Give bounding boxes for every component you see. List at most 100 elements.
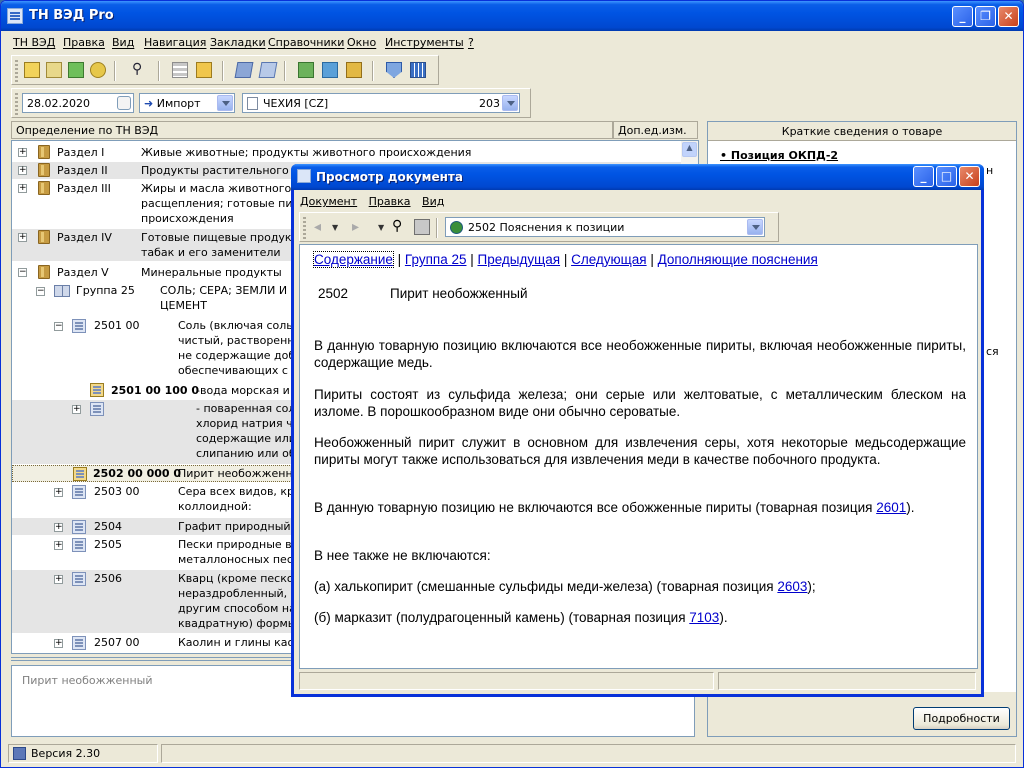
product-info-title: Краткие сведения о товаре bbox=[708, 122, 1016, 141]
dialog-maximize-button[interactable]: □ bbox=[936, 166, 957, 187]
close-button[interactable]: ✕ bbox=[998, 6, 1019, 27]
back-dropdown-icon[interactable]: ▼ bbox=[332, 223, 348, 239]
heading-2603-link[interactable]: 2603 bbox=[777, 579, 807, 594]
tree-code: 2503 00 bbox=[94, 485, 140, 498]
collapse-icon[interactable]: − bbox=[18, 268, 27, 277]
forward-icon[interactable]: ▸ bbox=[352, 219, 368, 235]
printer-icon[interactable] bbox=[414, 219, 430, 235]
document-content: Содержание | Группа 25 | Предыдущая | Сл… bbox=[299, 244, 978, 669]
edit-icon[interactable] bbox=[24, 62, 40, 78]
expand-icon[interactable]: + bbox=[54, 488, 63, 497]
menu-references[interactable]: Справочники bbox=[268, 36, 344, 49]
collapse-icon[interactable]: − bbox=[36, 287, 45, 296]
tree-text: обеспечивающих с bbox=[178, 364, 288, 377]
heading-2601-link[interactable]: 2601 bbox=[876, 500, 906, 515]
paragraph-text: В данную товарную позицию не включаются … bbox=[314, 500, 877, 515]
date-field[interactable]: 28.02.2020 bbox=[22, 93, 134, 113]
main-toolbar: ⚲ bbox=[11, 55, 439, 85]
tree-code: Раздел III bbox=[57, 182, 111, 195]
print-icon[interactable] bbox=[234, 62, 254, 78]
menu-edit[interactable]: Правка bbox=[63, 36, 105, 49]
expand-icon[interactable]: + bbox=[54, 575, 63, 584]
tree-text: не содержащие доб bbox=[178, 349, 296, 362]
tree-text: Пирит необожженн bbox=[178, 467, 293, 480]
menu-window[interactable]: Окно bbox=[347, 36, 376, 49]
tree-text: -вода морская и bbox=[196, 384, 290, 397]
minimize-button[interactable]: _ bbox=[952, 6, 973, 27]
expand-icon[interactable]: + bbox=[54, 523, 63, 532]
tree-code: Группа 25 bbox=[76, 284, 135, 297]
money-icon[interactable] bbox=[298, 62, 314, 78]
group-link[interactable]: Группа 25 bbox=[405, 252, 467, 267]
direction-select[interactable]: ➜ Импорт bbox=[139, 93, 235, 113]
next-link[interactable]: Следующая bbox=[571, 252, 647, 267]
menu-navigation[interactable]: Навигация bbox=[144, 36, 206, 49]
dialog-menu-document[interactable]: Документ bbox=[300, 195, 357, 208]
expand-icon[interactable]: + bbox=[54, 639, 63, 648]
column-definition[interactable]: Определение по ТН ВЭД bbox=[11, 121, 613, 139]
pencil-icon[interactable] bbox=[46, 62, 62, 78]
menu-help[interactable]: ? bbox=[468, 36, 474, 49]
dropdown-arrow-icon[interactable] bbox=[502, 95, 518, 111]
dropdown-arrow-icon[interactable] bbox=[217, 95, 233, 111]
binoculars-icon[interactable]: ⚲ bbox=[392, 219, 408, 235]
menu-bookmarks[interactable]: Закладки bbox=[210, 36, 266, 49]
folder-icon[interactable] bbox=[196, 62, 212, 78]
back-icon[interactable]: ◂ bbox=[314, 219, 330, 235]
heading-7103-link[interactable]: 7103 bbox=[689, 610, 719, 625]
tree-text: квадратную) формы bbox=[178, 617, 297, 630]
address-select[interactable]: 2502 Пояснения к позиции bbox=[445, 217, 765, 237]
doc-nav-links: Содержание | Группа 25 | Предыдущая | Сл… bbox=[313, 251, 818, 268]
paragraph-text: (б) марказит (полудрагоценный камень) (т… bbox=[314, 610, 690, 625]
menu-view[interactable]: Вид bbox=[112, 36, 134, 49]
tree-icon[interactable] bbox=[172, 62, 188, 78]
toolbar-grip bbox=[303, 217, 306, 239]
previous-link[interactable]: Предыдущая bbox=[478, 252, 561, 267]
expand-icon[interactable]: + bbox=[18, 166, 27, 175]
dialog-toolbar: ◂ ▼ ▸ ▼ ⚲ 2502 Пояснения к позиции bbox=[299, 212, 779, 242]
expand-icon[interactable]: + bbox=[18, 233, 27, 242]
tree-text: слипанию или об bbox=[196, 447, 296, 460]
country-code: 203 bbox=[479, 97, 500, 110]
address-value: 2502 Пояснения к позиции bbox=[468, 221, 625, 234]
dialog-menu: Документ Правка Вид bbox=[300, 195, 444, 208]
add-icon[interactable] bbox=[68, 62, 84, 78]
tree-text: хлорид натрия ч bbox=[196, 417, 293, 430]
column-unit[interactable]: Доп.ед.изм. bbox=[613, 121, 698, 139]
menu-tools[interactable]: Инструменты bbox=[385, 36, 464, 49]
expand-icon[interactable]: + bbox=[54, 541, 63, 550]
expand-icon[interactable]: + bbox=[72, 405, 81, 414]
search-doc-icon[interactable] bbox=[90, 62, 106, 78]
dialog-title: Просмотр документа bbox=[316, 170, 463, 184]
table-icon[interactable] bbox=[410, 62, 426, 78]
expand-icon[interactable]: + bbox=[18, 184, 27, 193]
okpd-link[interactable]: • Позиция ОКПД-2 bbox=[720, 149, 838, 162]
expand-icon[interactable]: + bbox=[18, 148, 27, 157]
item-icon bbox=[90, 402, 104, 416]
details-button[interactable]: Подробности bbox=[913, 707, 1010, 730]
book-icon bbox=[38, 181, 50, 195]
dialog-menu-edit[interactable]: Правка bbox=[369, 195, 411, 208]
dropdown-arrow-icon[interactable] bbox=[747, 219, 763, 235]
guard-icon[interactable] bbox=[386, 62, 402, 78]
additional-notes-link[interactable]: Дополняющие пояснения bbox=[658, 252, 818, 267]
dialog-close-button[interactable]: ✕ bbox=[959, 166, 980, 187]
calc-icon[interactable] bbox=[322, 62, 338, 78]
tree-code: Раздел V bbox=[57, 266, 109, 279]
shield-icon[interactable] bbox=[346, 62, 362, 78]
dialog-minimize-button[interactable]: _ bbox=[913, 166, 934, 187]
restore-button[interactable]: ❐ bbox=[975, 6, 996, 27]
scroll-up-icon[interactable]: ▲ bbox=[682, 142, 697, 157]
collapse-icon[interactable]: − bbox=[54, 322, 63, 331]
tree-text: Соль (включая соль bbox=[178, 319, 293, 332]
dialog-menu-view[interactable]: Вид bbox=[422, 195, 444, 208]
calendar-icon[interactable] bbox=[117, 96, 131, 110]
export-icon[interactable] bbox=[258, 62, 278, 78]
tree-row[interactable]: + Раздел I Живые животные; продукты живо… bbox=[12, 144, 692, 161]
tree-text: чистый, растворенн bbox=[178, 334, 295, 347]
contents-link[interactable]: Содержание bbox=[313, 251, 394, 268]
tree-text: Жиры и масла животного bbox=[141, 182, 292, 195]
menu-tnved[interactable]: ТН ВЭД bbox=[13, 36, 55, 49]
country-select[interactable]: ЧЕХИЯ [CZ] 203 bbox=[242, 93, 520, 113]
binoculars-icon[interactable]: ⚲ bbox=[132, 62, 148, 78]
